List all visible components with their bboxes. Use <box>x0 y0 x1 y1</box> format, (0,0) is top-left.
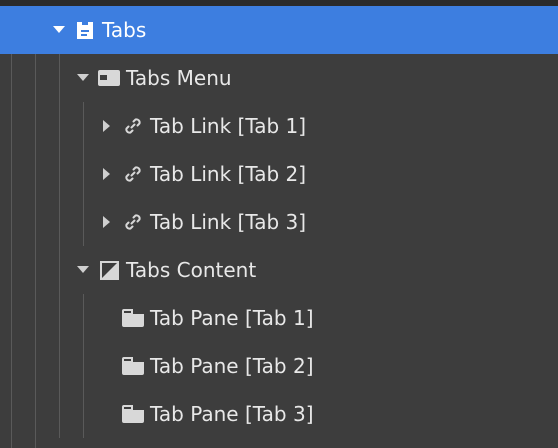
tree-item-tab-link-1[interactable]: Tab Link [Tab 1] <box>0 102 558 150</box>
chevron-down-icon[interactable] <box>50 21 68 39</box>
link-icon <box>122 211 144 233</box>
link-icon <box>122 163 144 185</box>
tree-item-label: Tabs Content <box>126 258 257 282</box>
tree-item-tab-pane-2[interactable]: Tab Pane [Tab 2] <box>0 342 558 390</box>
tree-item-tabs-menu[interactable]: Tabs Menu <box>0 54 558 102</box>
chevron-right-icon[interactable] <box>98 117 116 135</box>
tree-item-label: Tab Pane [Tab 3] <box>150 402 314 426</box>
tab-pane-icon <box>122 307 144 329</box>
tree-item-tab-link-2[interactable]: Tab Link [Tab 2] <box>0 150 558 198</box>
tabs-content-icon <box>98 259 120 281</box>
tree-item-tab-link-3[interactable]: Tab Link [Tab 3] <box>0 198 558 246</box>
tab-pane-icon <box>122 355 144 377</box>
tree-item-label: Tab Link [Tab 1] <box>150 114 307 138</box>
chevron-right-icon[interactable] <box>98 213 116 231</box>
tree-item-tabs-content[interactable]: Tabs Content <box>0 246 558 294</box>
tree-item-tab-pane-1[interactable]: Tab Pane [Tab 1] <box>0 294 558 342</box>
link-icon <box>122 115 144 137</box>
chevron-down-icon[interactable] <box>74 261 92 279</box>
tree-item-label: Tab Pane [Tab 1] <box>150 306 314 330</box>
tree-item-tabs[interactable]: Tabs <box>0 6 558 54</box>
tabs-icon <box>74 19 96 41</box>
tree-item-tab-pane-3[interactable]: Tab Pane [Tab 3] <box>0 390 558 438</box>
chevron-down-icon[interactable] <box>74 69 92 87</box>
tree-item-label: Tab Pane [Tab 2] <box>150 354 314 378</box>
chevron-right-icon[interactable] <box>98 165 116 183</box>
tree-item-label: Tab Link [Tab 3] <box>150 210 307 234</box>
tree-item-label: Tabs <box>102 18 147 42</box>
tabs-menu-icon <box>98 67 120 89</box>
tree-item-label: Tabs Menu <box>126 66 232 90</box>
tree-item-label: Tab Link [Tab 2] <box>150 162 307 186</box>
tab-pane-icon <box>122 403 144 425</box>
